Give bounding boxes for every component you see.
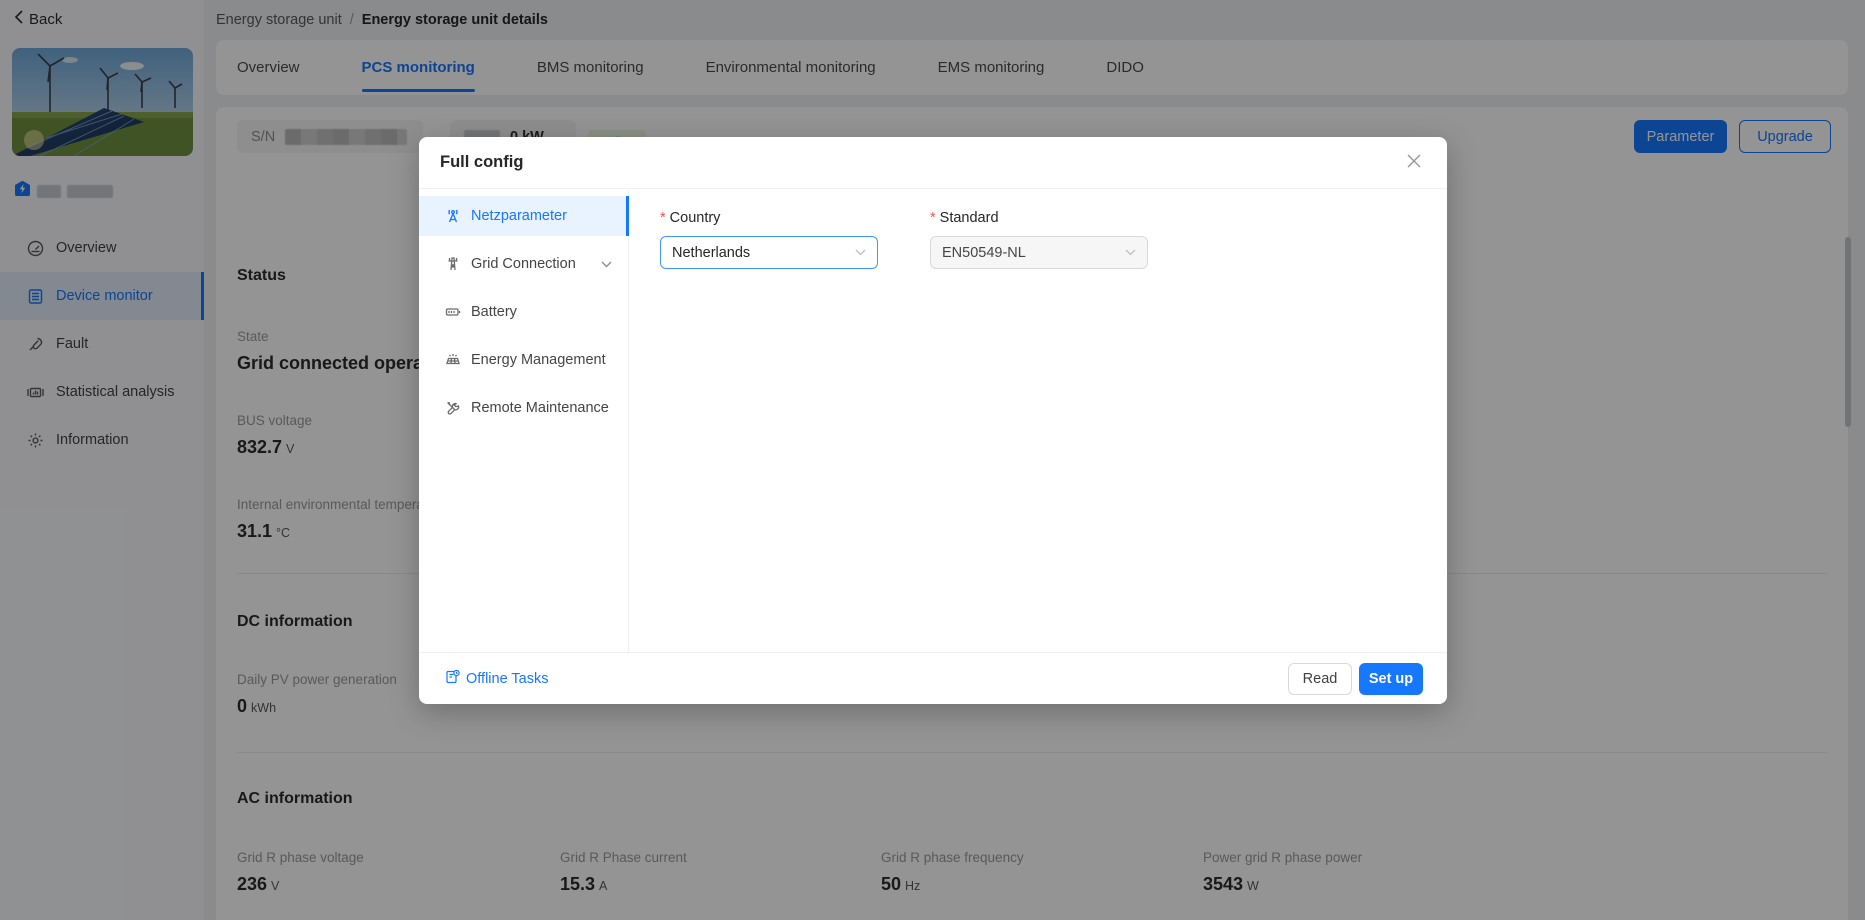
modal-body: Netzparameter Grid Connection xyxy=(419,190,1447,652)
modal-nav-netzparameter[interactable]: Netzparameter xyxy=(419,196,628,236)
battery-icon xyxy=(445,304,461,320)
energy-storage-unit-details-page: Back xyxy=(0,0,1865,920)
field-label-text: Standard xyxy=(940,210,999,226)
transmission-tower-icon xyxy=(445,256,461,272)
modal-footer: Offline Tasks Read Set up xyxy=(419,652,1447,704)
full-config-modal: Full config Netzparameter xyxy=(419,137,1447,704)
modal-nav-label: Energy Management xyxy=(471,352,606,368)
country-label: *Country xyxy=(660,210,878,226)
standard-label: *Standard xyxy=(930,210,1148,226)
modal-nav-grid-connection[interactable]: Grid Connection xyxy=(419,244,628,284)
modal-nav-remote-maintenance[interactable]: Remote Maintenance xyxy=(419,388,628,428)
modal-title: Full config xyxy=(440,153,523,172)
required-asterisk: * xyxy=(660,210,666,226)
modal-nav-label: Grid Connection xyxy=(471,256,576,272)
chevron-down-icon xyxy=(1125,249,1136,256)
read-button[interactable]: Read xyxy=(1288,663,1352,695)
modal-nav-battery[interactable]: Battery xyxy=(419,292,628,332)
field-label-text: Country xyxy=(670,210,721,226)
solar-panel-icon xyxy=(445,352,461,368)
chevron-down-icon xyxy=(855,249,866,256)
chevron-down-icon xyxy=(601,261,612,268)
netzparameter-form: *Country Netherlands *Standard EN50549- xyxy=(629,190,1447,652)
setup-button[interactable]: Set up xyxy=(1359,663,1423,695)
country-select-value: Netherlands xyxy=(672,245,750,261)
close-icon[interactable] xyxy=(1407,153,1421,172)
tools-icon xyxy=(445,400,461,416)
offline-tasks-link[interactable]: Offline Tasks xyxy=(445,669,548,688)
modal-nav: Netzparameter Grid Connection xyxy=(419,190,629,652)
standard-field: *Standard EN50549-NL xyxy=(930,210,1148,269)
country-select[interactable]: Netherlands xyxy=(660,236,878,269)
offline-tasks-label: Offline Tasks xyxy=(466,671,548,687)
country-field: *Country Netherlands xyxy=(660,210,878,269)
modal-nav-label: Battery xyxy=(471,304,517,320)
standard-select[interactable]: EN50549-NL xyxy=(930,236,1148,269)
modal-nav-label: Netzparameter xyxy=(471,208,567,224)
signal-tower-icon xyxy=(445,208,461,224)
required-asterisk: * xyxy=(930,210,936,226)
standard-select-value: EN50549-NL xyxy=(942,245,1026,261)
offline-tasks-icon xyxy=(445,669,460,688)
modal-nav-label: Remote Maintenance xyxy=(471,400,609,416)
modal-header: Full config xyxy=(419,137,1447,189)
modal-nav-energy-management[interactable]: Energy Management xyxy=(419,340,628,380)
